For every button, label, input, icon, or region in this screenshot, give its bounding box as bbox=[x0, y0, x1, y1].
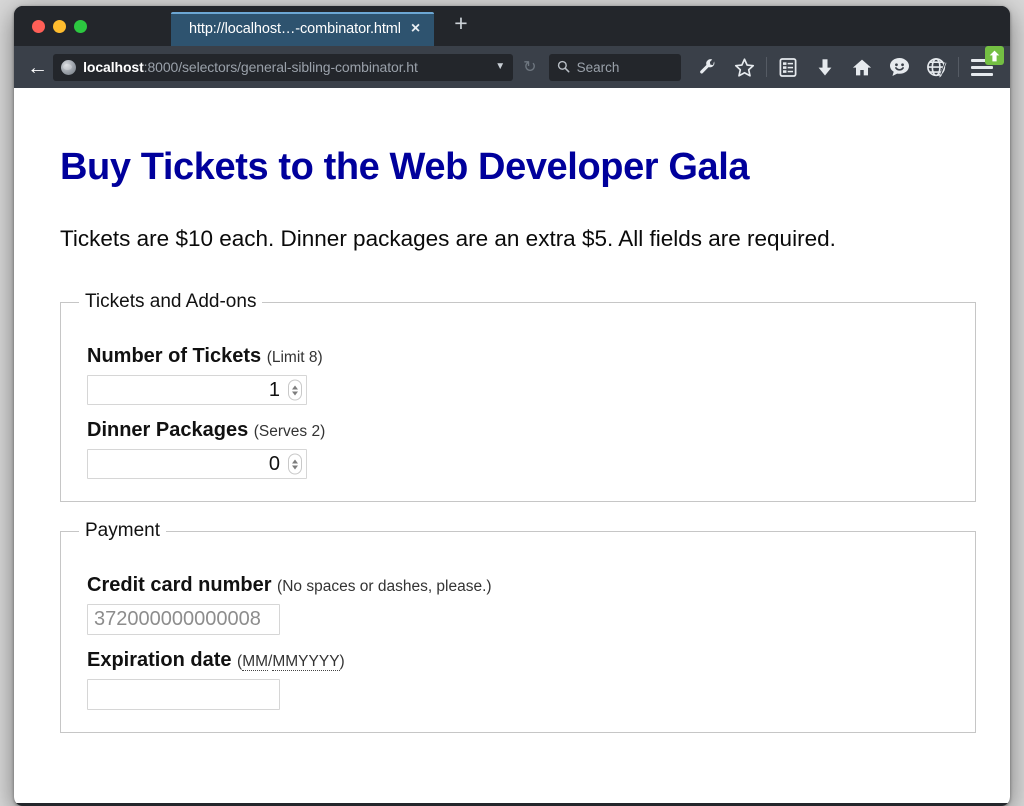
stepper-up-icon[interactable] bbox=[292, 459, 298, 464]
label-dinner-packages: Dinner Packages (Serves 2) bbox=[87, 419, 959, 442]
abbr-mm: MM bbox=[242, 653, 269, 672]
page-intro: Tickets are $10 each. Dinner packages ar… bbox=[60, 226, 836, 251]
back-button[interactable]: ← bbox=[24, 51, 51, 83]
label-text-number-of-tickets: Number of Tickets bbox=[87, 345, 262, 368]
legend-payment: Payment bbox=[85, 520, 160, 542]
tab-title: http://localhost…-combinator.html bbox=[189, 21, 401, 37]
dinner-stepper[interactable] bbox=[288, 453, 302, 475]
globe-pencil-icon[interactable] bbox=[918, 50, 955, 84]
number-of-tickets-input[interactable] bbox=[87, 375, 307, 406]
field-expiration-date: Expiration date (MM/MMYYYY) bbox=[87, 649, 959, 711]
reload-icon[interactable]: ↻ bbox=[521, 57, 539, 77]
wrench-icon[interactable] bbox=[689, 50, 726, 84]
stepper-up-icon[interactable] bbox=[292, 385, 298, 390]
toolbar-divider-2 bbox=[957, 57, 959, 77]
address-bar[interactable]: localhost:8000/selectors/general-sibling… bbox=[53, 53, 514, 81]
stepper-down-icon[interactable] bbox=[292, 465, 298, 470]
url-text: localhost:8000/selectors/general-sibling… bbox=[83, 59, 488, 75]
back-arrow-icon: ← bbox=[27, 55, 49, 79]
download-arrow-icon[interactable] bbox=[807, 50, 844, 84]
navigation-toolbar: ← localhost:8000/selectors/general-sibli… bbox=[14, 46, 1010, 88]
field-dinner-packages: Dinner Packages (Serves 2) bbox=[87, 419, 959, 480]
hint-close-paren: ) bbox=[339, 653, 345, 671]
update-arrow-icon bbox=[989, 50, 1000, 61]
hint-credit-card-number: (No spaces or dashes, please.) bbox=[277, 578, 492, 596]
fieldset-tickets-and-addons: Tickets and Add-ons Number of Tickets (L… bbox=[60, 291, 976, 503]
hint-expiration-date: (MM/MMYYYY) bbox=[237, 653, 345, 672]
page-title: Buy Tickets to the Web Developer Gala bbox=[60, 146, 750, 188]
hamburger-menu-icon[interactable] bbox=[962, 46, 1004, 84]
tickets-stepper[interactable] bbox=[288, 379, 302, 401]
search-placeholder: Search bbox=[576, 59, 620, 75]
tab-strip: http://localhost…-combinator.html × + bbox=[14, 6, 1010, 46]
label-credit-card-number: Credit card number (No spaces or dashes,… bbox=[87, 574, 959, 597]
field-credit-card-number: Credit card number (No spaces or dashes,… bbox=[87, 574, 959, 636]
search-icon bbox=[557, 60, 570, 75]
abbr-mmyyyy: MMYYYY bbox=[272, 653, 340, 672]
credit-card-number-input[interactable] bbox=[87, 604, 280, 636]
close-tab-icon[interactable]: × bbox=[411, 21, 420, 37]
reader-list-icon[interactable] bbox=[770, 50, 807, 84]
label-text-expiration-date: Expiration date bbox=[87, 649, 232, 672]
chevron-down-icon[interactable]: ▼ bbox=[495, 62, 507, 72]
url-host: localhost bbox=[83, 59, 144, 75]
fieldset-payment: Payment Credit card number (No spaces or… bbox=[60, 520, 976, 734]
field-number-of-tickets: Number of Tickets (Limit 8) bbox=[87, 345, 959, 406]
label-number-of-tickets: Number of Tickets (Limit 8) bbox=[87, 345, 959, 368]
minimize-window-button[interactable] bbox=[53, 20, 66, 33]
url-path: :8000/selectors/general-sibling-combinat… bbox=[143, 59, 418, 75]
label-text-credit-card-number: Credit card number bbox=[87, 574, 272, 597]
update-available-badge[interactable] bbox=[984, 46, 1004, 65]
feedback-smiley-icon[interactable] bbox=[881, 50, 918, 84]
search-bar[interactable]: Search bbox=[548, 53, 681, 81]
dinner-packages-input[interactable] bbox=[87, 449, 307, 480]
window-controls bbox=[14, 20, 87, 46]
page-content: Buy Tickets to the Web Developer Gala Ti… bbox=[14, 88, 1010, 803]
label-expiration-date: Expiration date (MM/MMYYYY) bbox=[87, 649, 959, 672]
number-input-wrap-tickets bbox=[87, 375, 307, 406]
globe-favicon-icon bbox=[61, 59, 77, 75]
new-tab-button[interactable]: + bbox=[454, 12, 467, 35]
toolbar-icons bbox=[689, 46, 1004, 84]
legend-tickets-and-addons: Tickets and Add-ons bbox=[85, 291, 257, 313]
browser-tab-active[interactable]: http://localhost…-combinator.html × bbox=[171, 12, 435, 46]
toolbar-divider bbox=[765, 57, 767, 77]
label-text-dinner-packages: Dinner Packages bbox=[87, 419, 249, 442]
star-icon[interactable] bbox=[726, 50, 763, 84]
close-window-button[interactable] bbox=[32, 20, 45, 33]
number-input-wrap-dinner bbox=[87, 449, 307, 480]
stepper-down-icon[interactable] bbox=[292, 391, 298, 396]
home-icon[interactable] bbox=[844, 50, 881, 84]
expiration-date-input[interactable] bbox=[87, 679, 280, 711]
browser-window: http://localhost…-combinator.html × + ← … bbox=[14, 6, 1010, 806]
hint-number-of-tickets: (Limit 8) bbox=[266, 349, 323, 367]
zoom-window-button[interactable] bbox=[74, 20, 87, 33]
hint-dinner-packages: (Serves 2) bbox=[253, 423, 326, 441]
